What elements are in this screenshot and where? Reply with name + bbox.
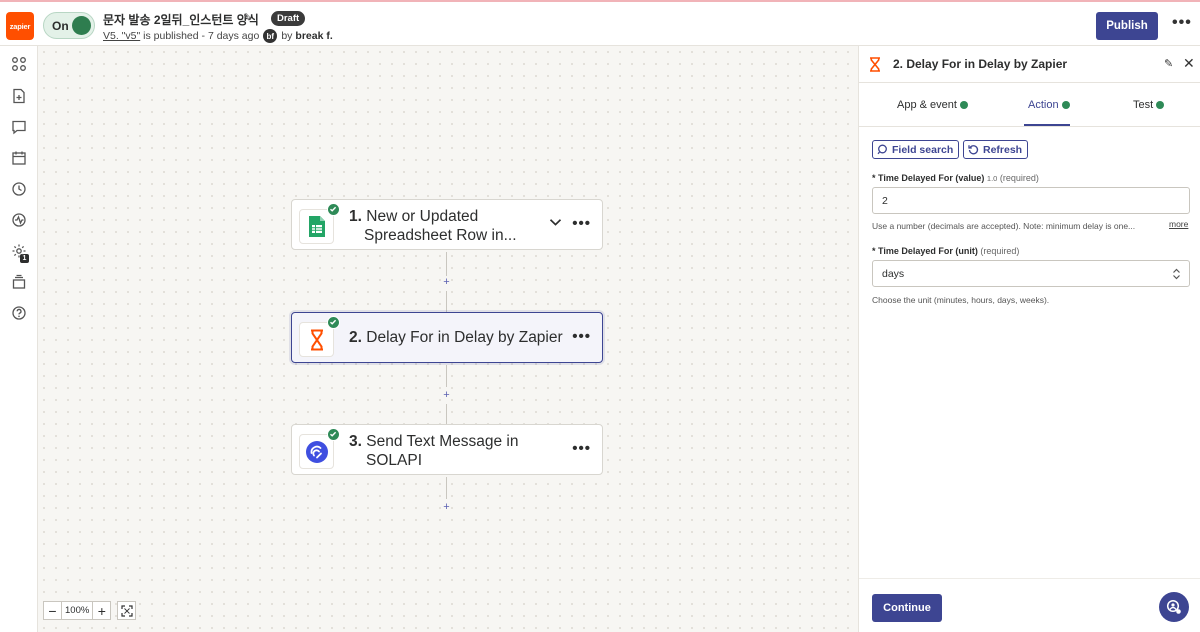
status-icon[interactable] xyxy=(11,212,27,228)
connector-line xyxy=(446,291,447,312)
step-title-line2: SOLAPI xyxy=(366,452,422,469)
zap-title[interactable]: 문자 발송 2일뒤_인스턴트 양식 xyxy=(103,11,259,28)
more-link[interactable]: more xyxy=(1169,219,1188,229)
step-more-icon[interactable]: ••• xyxy=(572,215,591,232)
settings-icon[interactable] xyxy=(11,243,27,259)
chevron-down-icon[interactable] xyxy=(549,218,562,227)
time-unit-value: days xyxy=(882,268,905,280)
tab-complete-check-icon xyxy=(1156,101,1165,109)
refresh-label: Refresh xyxy=(983,143,1023,156)
step-card-1[interactable]: 1. New or Updated Spreadsheet Row in... … xyxy=(291,199,603,250)
history-icon[interactable] xyxy=(11,181,27,197)
tab-app-event[interactable]: App & event xyxy=(897,99,968,111)
apps-icon[interactable] xyxy=(11,56,27,72)
author-name: break f. xyxy=(295,30,333,42)
add-step-plus-icon[interactable]: + xyxy=(442,501,451,513)
step-more-icon[interactable]: ••• xyxy=(572,328,591,345)
delay-hourglass-icon xyxy=(870,57,880,72)
step-title-line2: Spreadsheet Row in... xyxy=(364,227,517,244)
step-details-panel: 2. Delay For in Delay by Zapier ✎ ✕ App … xyxy=(858,46,1200,632)
zapier-logo[interactable]: zapier xyxy=(6,12,34,40)
zoom-in-button[interactable]: + xyxy=(92,601,112,620)
support-chat-icon[interactable] xyxy=(1159,592,1189,622)
time-value-label: * Time Delayed For (value) 1.0 (required… xyxy=(872,173,1039,183)
panel-title: 2. Delay For in Delay by Zapier xyxy=(893,57,1068,71)
top-bar: zapier On 문자 발송 2일뒤_인스턴트 양식 ✎ Draft V5. … xyxy=(0,0,1200,46)
field-search-label: Field search xyxy=(892,143,954,156)
connector-line xyxy=(446,365,447,387)
step-title: 1. New or Updated Spreadsheet Row in... xyxy=(349,207,517,245)
continue-button[interactable]: Continue xyxy=(872,594,942,622)
layers-icon[interactable] xyxy=(11,274,27,290)
step-number: 3. xyxy=(349,433,362,450)
panel-header: 2. Delay For in Delay by Zapier ✎ ✕ xyxy=(859,46,1200,83)
time-value-input[interactable]: 2 xyxy=(872,187,1190,214)
calendar-icon[interactable] xyxy=(11,150,27,166)
close-icon[interactable]: ✕ xyxy=(1183,55,1195,72)
edit-pencil-icon[interactable]: ✎ xyxy=(1164,57,1173,70)
step-title: 3. Send Text Message in SOLAPI xyxy=(349,432,518,470)
search-icon xyxy=(877,144,887,155)
published-text: is published - 7 days ago xyxy=(143,30,260,42)
tab-action[interactable]: Action xyxy=(1028,99,1070,111)
zoom-controls: − 100% + xyxy=(43,601,137,620)
step-title: 2. Delay For in Delay by Zapier xyxy=(349,328,563,347)
tab-label: App & event xyxy=(897,99,957,111)
more-horizontal-icon[interactable]: ••• xyxy=(1172,14,1192,32)
left-rail: 1 xyxy=(0,46,38,632)
step-more-icon[interactable]: ••• xyxy=(572,440,591,457)
tab-label: Action xyxy=(1028,99,1059,111)
zoom-level[interactable]: 100% xyxy=(62,601,93,620)
step-title-line1: Send Text Message in xyxy=(366,433,519,450)
time-unit-select[interactable]: days xyxy=(872,260,1190,287)
connector-line xyxy=(446,252,447,276)
time-unit-label: * Time Delayed For (unit) (required) xyxy=(872,246,1020,256)
step-complete-check-icon xyxy=(327,428,340,441)
workflow-canvas[interactable]: 1. New or Updated Spreadsheet Row in... … xyxy=(38,46,858,632)
step-number: 1. xyxy=(349,208,362,225)
tab-complete-check-icon xyxy=(1061,101,1070,109)
draft-badge: Draft xyxy=(271,11,306,26)
step-card-2[interactable]: 2. Delay For in Delay by Zapier ••• xyxy=(291,312,603,363)
avatar: bf xyxy=(263,29,278,43)
connector-line xyxy=(446,404,447,424)
field-search-button[interactable]: Field search xyxy=(872,140,960,159)
rename-pencil-icon[interactable]: ✎ xyxy=(243,11,252,24)
step-title-line1: New or Updated xyxy=(366,208,479,225)
refresh-icon xyxy=(968,145,979,155)
tab-complete-check-icon xyxy=(959,101,968,109)
connector-line xyxy=(446,477,447,499)
file-add-icon[interactable] xyxy=(11,88,27,104)
add-step-plus-icon[interactable]: + xyxy=(442,276,451,288)
zap-on-toggle[interactable]: On xyxy=(43,12,95,39)
version-link[interactable]: V5. "v5" xyxy=(103,30,140,42)
comment-icon[interactable] xyxy=(11,119,27,135)
publish-button[interactable]: Publish xyxy=(1096,12,1158,40)
step-complete-check-icon xyxy=(327,203,340,216)
add-step-plus-icon[interactable]: + xyxy=(442,389,451,401)
active-tab-indicator xyxy=(1024,124,1070,126)
refresh-button[interactable]: Refresh xyxy=(963,140,1029,159)
select-arrows-icon xyxy=(1173,268,1180,280)
toggle-label: On xyxy=(52,19,69,33)
step-number: 2. xyxy=(349,329,362,346)
toggle-knob xyxy=(72,16,91,35)
panel-footer: Continue xyxy=(859,578,1200,632)
zoom-out-button[interactable]: − xyxy=(43,601,62,620)
tab-label: Test xyxy=(1133,99,1154,111)
fit-view-icon[interactable] xyxy=(117,601,137,620)
panel-tabs: App & event Action Test xyxy=(859,83,1200,127)
by-text: by xyxy=(281,30,293,42)
step-card-3[interactable]: 3. Send Text Message in SOLAPI ••• xyxy=(291,424,603,475)
time-unit-help: Choose the unit (minutes, hours, days, w… xyxy=(872,295,1050,305)
step-title-line1: Delay For in Delay by Zapier xyxy=(366,329,563,346)
tab-test[interactable]: Test xyxy=(1133,99,1165,111)
published-status: V5. "v5" is published - 7 days ago bf by… xyxy=(103,29,333,43)
step-complete-check-icon xyxy=(327,316,340,329)
time-value-help: Use a number (decimals are accepted). No… xyxy=(872,221,1136,231)
help-icon[interactable] xyxy=(11,305,27,321)
